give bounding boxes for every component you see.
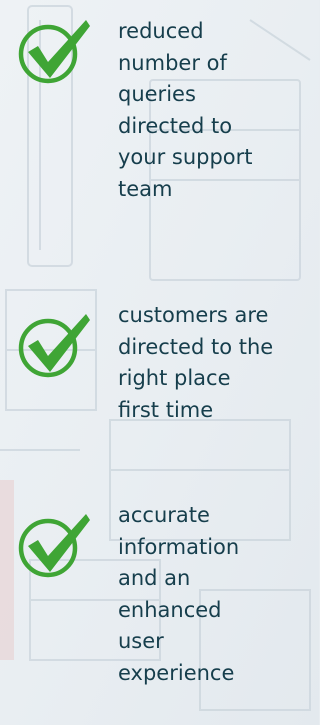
checkmark-icon (18, 514, 90, 578)
benefit-text: reduced number of queries directed to yo… (118, 19, 253, 201)
checkmark-icon (18, 314, 90, 378)
benefit-text: customers are directed to the right plac… (118, 303, 274, 422)
benefit-text: accurate information and an enhanced use… (118, 503, 240, 685)
checkmark-icon (18, 20, 90, 84)
benefits-list: reduced number of queries directed to yo… (0, 0, 319, 725)
